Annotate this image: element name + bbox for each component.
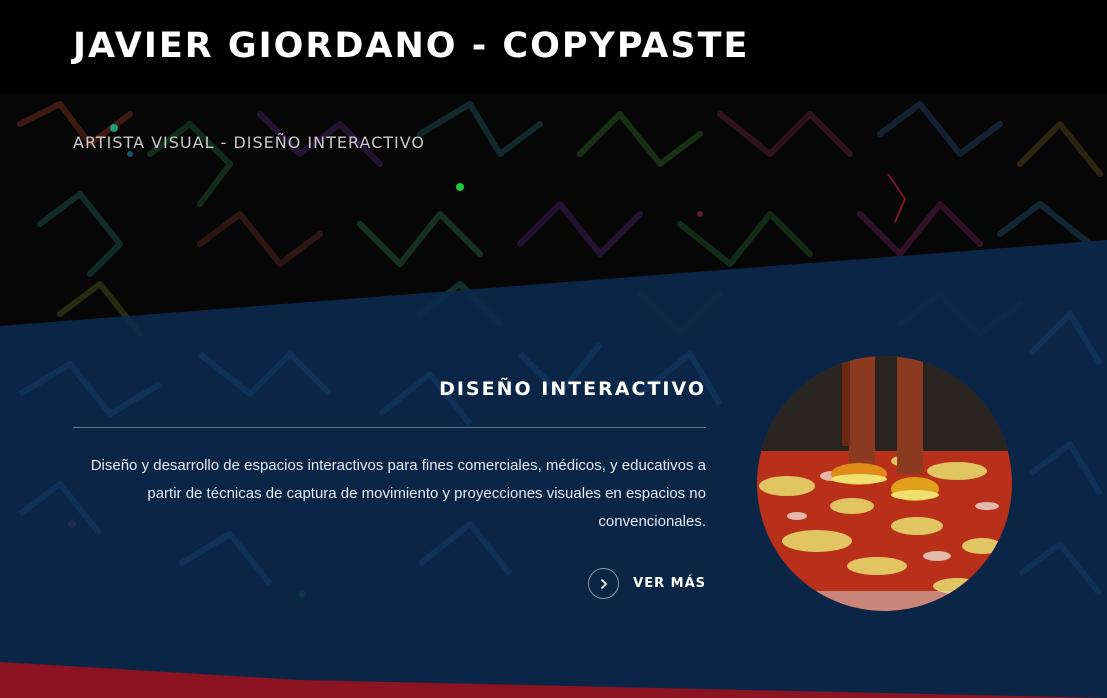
site-title[interactable]: JAVIER GIORDANO - COPYPASTE [73, 22, 749, 70]
chevron-right-icon[interactable] [588, 568, 620, 599]
page: JAVIER GIORDANO - COPYPASTE ARTISTA VISU… [0, 0, 1107, 698]
section-divider [73, 427, 706, 428]
section-description: Diseño y desarrollo de espacios interact… [90, 457, 706, 530]
site-header: JAVIER GIORDANO - COPYPASTE [0, 0, 1107, 94]
ver-mas-button[interactable]: VER MÁS [588, 568, 706, 599]
section-title: DISEÑO INTERACTIVO [439, 378, 706, 400]
project-photo[interactable] [757, 356, 1012, 611]
interactive-floor-image [757, 356, 1012, 611]
hero-subtitle: ARTISTA VISUAL - DISEÑO INTERACTIVO [73, 133, 426, 152]
ver-mas-label[interactable]: VER MÁS [633, 576, 706, 591]
